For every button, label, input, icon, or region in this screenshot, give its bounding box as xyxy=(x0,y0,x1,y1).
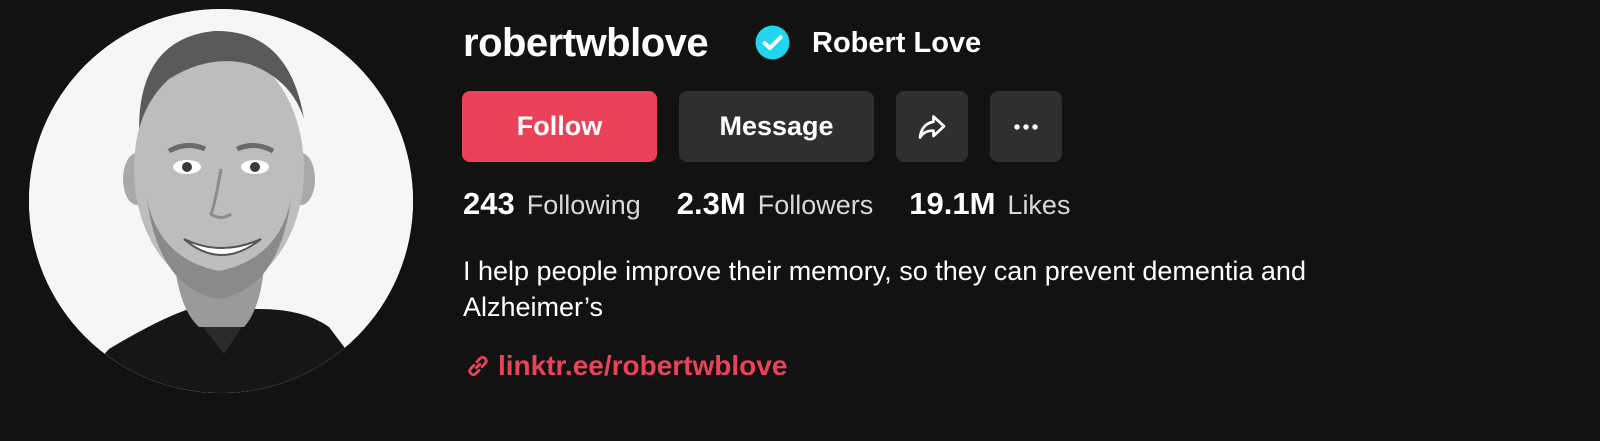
link-chain-icon xyxy=(468,355,488,377)
more-dots-icon xyxy=(1014,123,1038,130)
stat-value: 2.3M xyxy=(676,186,746,221)
stat-label: Following xyxy=(526,190,641,220)
username: robertwblove xyxy=(463,21,709,65)
avatar-photo xyxy=(29,9,413,393)
stat-value: 19.1M xyxy=(909,186,996,221)
follow-button-label: Follow xyxy=(516,111,603,141)
profile-bio: I help people improve their memory, so t… xyxy=(463,256,1306,322)
verified-check-badge-icon xyxy=(755,25,790,60)
share-button[interactable] xyxy=(896,91,968,162)
profile-stats: 243 Following 2.3M Followers 19.1M Likes xyxy=(463,186,1106,222)
stat-value: 243 xyxy=(463,186,515,221)
message-button-label: Message xyxy=(719,111,834,141)
stat-followers[interactable]: 2.3M Followers xyxy=(677,186,873,222)
avatar[interactable] xyxy=(29,9,413,393)
display-name: Robert Love xyxy=(812,27,982,59)
stat-label: Likes xyxy=(1007,190,1071,220)
share-arrow-icon xyxy=(918,114,946,139)
stat-likes: 19.1M Likes xyxy=(909,186,1070,222)
stat-label: Followers xyxy=(757,190,874,220)
stat-following[interactable]: 243 Following xyxy=(463,186,641,222)
more-options-button[interactable] xyxy=(990,91,1062,162)
message-button[interactable]: Message xyxy=(679,91,874,162)
profile-link-text: linktr.ee/robertwblove xyxy=(498,350,788,381)
follow-button[interactable]: Follow xyxy=(462,91,657,162)
profile-link[interactable]: linktr.ee/robertwblove xyxy=(464,350,787,382)
